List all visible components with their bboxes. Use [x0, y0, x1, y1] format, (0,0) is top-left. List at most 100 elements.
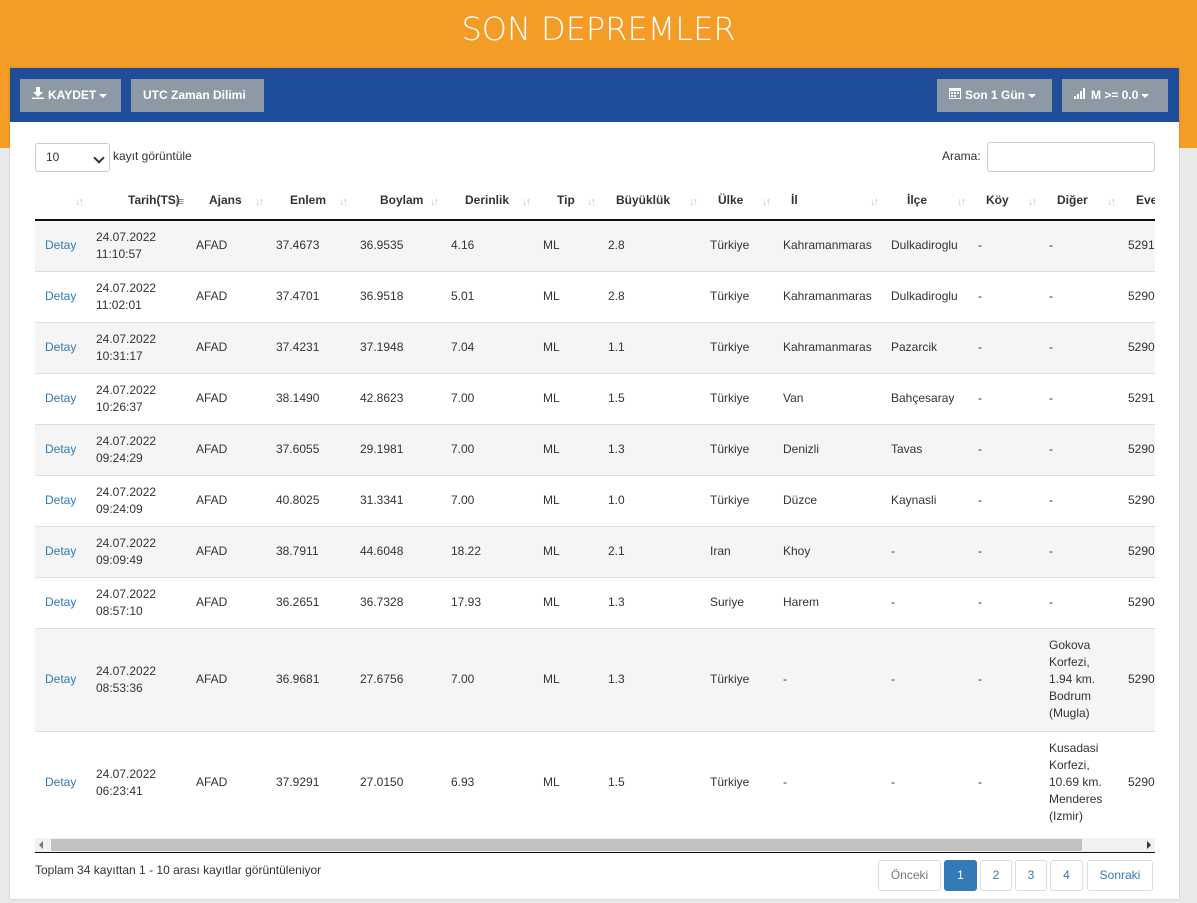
- cell-agency: AFAD: [188, 219, 268, 271]
- cell-latitude: 38.1490: [268, 372, 352, 424]
- cell-type: ML: [535, 576, 600, 628]
- cell-village: -: [970, 321, 1041, 373]
- cell-agency: AFAD: [188, 270, 268, 322]
- table-row: Detay 24.07.2022 09:24:09 AFAD 40.8025 31.334…: [35, 474, 1155, 526]
- magnitude-filter-button[interactable]: M >= 0.0: [1062, 79, 1168, 112]
- cell-latitude: 37.6055: [268, 423, 352, 475]
- save-button[interactable]: KAYDET: [20, 79, 121, 112]
- column-header-event[interactable]: Eve: [1120, 181, 1155, 221]
- chevron-down-icon: [1141, 93, 1150, 98]
- column-header-country[interactable]: Ülke ↓↑: [702, 181, 775, 221]
- cell-other: Kusadasi Korfezi, 10.69 km. Menderes (Iz…: [1041, 730, 1120, 834]
- pagination-prev[interactable]: Önceki: [878, 860, 941, 891]
- detail-link[interactable]: Detay: [45, 544, 76, 558]
- cell-longitude: 37.1948: [352, 321, 443, 373]
- detail-link[interactable]: Detay: [45, 238, 76, 252]
- column-header-detail[interactable]: ↓↑: [35, 181, 88, 221]
- search-input[interactable]: [987, 142, 1155, 172]
- detail-link[interactable]: Detay: [45, 595, 76, 609]
- table-body: Detay 24.07.2022 11:10:57 AFAD 37.4673 36.953…: [35, 219, 1155, 834]
- page-length-select[interactable]: 10: [35, 143, 110, 172]
- sort-icon: ↓↑: [957, 196, 966, 208]
- cell-date-time: 10:31:17: [96, 348, 143, 363]
- detail-link[interactable]: Detay: [45, 493, 76, 507]
- page-length-value: 10: [46, 150, 60, 164]
- column-header-date[interactable]: Tarih(TS) ↓≡: [88, 181, 188, 221]
- cell-depth: 7.04: [443, 321, 535, 373]
- cell-district: Pazarcik: [883, 321, 970, 373]
- column-header-longitude[interactable]: Boylam ↓↑: [352, 181, 443, 221]
- column-header-village[interactable]: Köy ↓↑: [970, 181, 1041, 221]
- cell-depth: 6.93: [443, 730, 535, 834]
- cell-country: Iran: [702, 525, 775, 577]
- pagination-page-1[interactable]: 1: [944, 860, 977, 891]
- cell-date-time: 10:26:37: [96, 399, 143, 414]
- utc-timezone-button[interactable]: UTC Zaman Dilimi: [131, 79, 264, 112]
- cell-country: Türkiye: [702, 730, 775, 834]
- cell-detail: Detay: [35, 525, 88, 577]
- column-header-type[interactable]: Tip ↓↑: [535, 181, 600, 221]
- cell-event: 5290: [1120, 627, 1155, 731]
- column-header-magnitude[interactable]: Büyüklük ↓↑: [600, 181, 702, 221]
- cell-longitude: 44.6048: [352, 525, 443, 577]
- cell-depth: 4.16: [443, 219, 535, 271]
- cell-province: -: [775, 627, 883, 731]
- scrollbar-thumb[interactable]: [51, 839, 1082, 851]
- cell-depth: 7.00: [443, 627, 535, 731]
- sort-icon: ↓↑: [430, 196, 439, 208]
- cell-magnitude: 2.8: [600, 219, 702, 271]
- cell-agency: AFAD: [188, 627, 268, 731]
- sort-icon: ↓↑: [1107, 196, 1116, 208]
- cell-village: -: [970, 525, 1041, 577]
- cell-latitude: 40.8025: [268, 474, 352, 526]
- pagination-page-3[interactable]: 3: [1015, 860, 1047, 891]
- horizontal-scrollbar[interactable]: [35, 838, 1155, 852]
- cell-depth: 18.22: [443, 525, 535, 577]
- cell-date: 24.07.2022 09:24:09: [88, 474, 188, 526]
- detail-link[interactable]: Detay: [45, 289, 76, 303]
- column-header-label: Tarih(TS): [128, 193, 180, 207]
- cell-province: -: [775, 730, 883, 834]
- cell-other: Gokova Korfezi, 1.94 km. Bodrum (Mugla): [1041, 627, 1120, 731]
- detail-link[interactable]: Detay: [45, 775, 76, 789]
- detail-link[interactable]: Detay: [45, 672, 76, 686]
- cell-district: -: [883, 525, 970, 577]
- cell-detail: Detay: [35, 372, 88, 424]
- scroll-left-icon[interactable]: [39, 841, 43, 849]
- cell-magnitude: 1.3: [600, 423, 702, 475]
- cell-village: -: [970, 423, 1041, 475]
- pagination-page-2[interactable]: 2: [980, 860, 1012, 891]
- column-header-latitude[interactable]: Enlem ↓↑: [268, 181, 352, 221]
- column-header-province[interactable]: İl ↓↑: [775, 181, 883, 221]
- cell-date: 24.07.2022 11:10:57: [88, 219, 188, 271]
- cell-other: -: [1041, 576, 1120, 628]
- time-range-button[interactable]: Son 1 Gün: [937, 79, 1052, 112]
- detail-link[interactable]: Detay: [45, 442, 76, 456]
- cell-date: 24.07.2022 10:31:17: [88, 321, 188, 373]
- column-header-label: Tip: [557, 193, 575, 207]
- table-header-row: ↓↑ Tarih(TS) ↓≡ Ajans ↓↑ Enlem ↓↑ Boylam ↓↑ Derin…: [35, 181, 1155, 221]
- table-row: Detay 24.07.2022 11:10:57 AFAD 37.4673 36.953…: [35, 219, 1155, 271]
- cell-date-day: 24.07.2022: [96, 331, 157, 346]
- cell-magnitude: 1.3: [600, 576, 702, 628]
- column-header-depth[interactable]: Derinlik ↓↑: [443, 181, 535, 221]
- pagination-next[interactable]: Sonraki: [1087, 860, 1153, 891]
- cell-depth: 7.00: [443, 423, 535, 475]
- cell-depth: 7.00: [443, 474, 535, 526]
- column-header-agency[interactable]: Ajans ↓↑: [188, 181, 268, 221]
- pagination-page-4[interactable]: 4: [1050, 860, 1083, 891]
- cell-detail: Detay: [35, 474, 88, 526]
- sort-icon: ↓↑: [522, 196, 531, 208]
- cell-agency: AFAD: [188, 321, 268, 373]
- scroll-right-icon[interactable]: [1147, 841, 1151, 849]
- cell-longitude: 36.9535: [352, 219, 443, 271]
- sort-icon: ↓↑: [587, 196, 596, 208]
- column-header-other[interactable]: Diğer ↓↑: [1041, 181, 1120, 221]
- detail-link[interactable]: Detay: [45, 391, 76, 405]
- cell-province: Kahramanmaras: [775, 270, 883, 322]
- column-header-district[interactable]: İlçe ↓↑: [883, 181, 970, 221]
- cell-date-day: 24.07.2022: [96, 586, 157, 601]
- cell-date-time: 06:23:41: [96, 783, 143, 798]
- cell-event: 5290: [1120, 321, 1155, 373]
- detail-link[interactable]: Detay: [45, 340, 76, 354]
